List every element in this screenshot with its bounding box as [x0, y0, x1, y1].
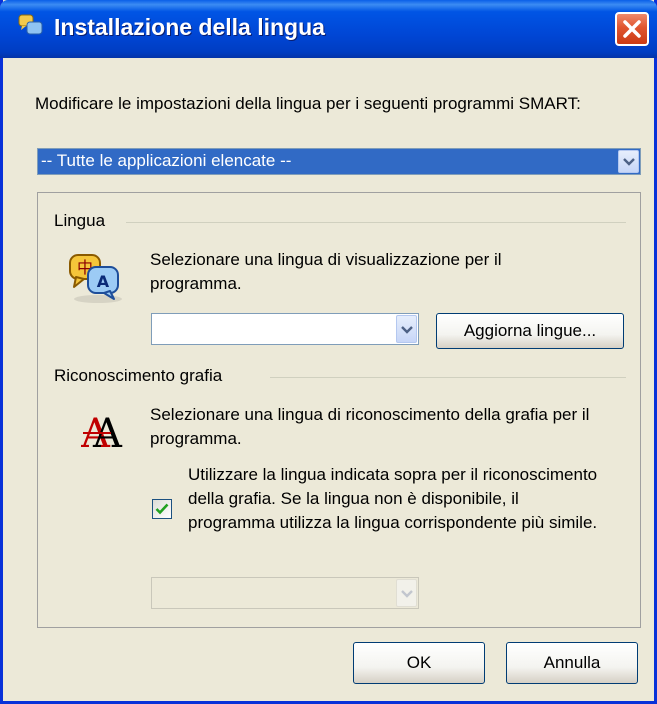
- chevron-down-icon: [401, 590, 413, 598]
- handwriting-description: Selezionare una lingua di riconoscimento…: [150, 405, 590, 448]
- language-description: Selezionare una lingua di visualizzazion…: [150, 250, 502, 293]
- application-select[interactable]: -- Tutte le applicazioni elencate --: [37, 148, 641, 175]
- window-title: Installazione della lingua: [54, 14, 325, 40]
- handwriting-group-divider: [270, 377, 626, 378]
- handwriting-checkbox-label[interactable]: Utilizzare la lingua indicata sopra per …: [188, 463, 598, 535]
- close-button[interactable]: [615, 12, 649, 46]
- cancel-button[interactable]: Annulla: [506, 642, 638, 684]
- display-language-dropdown-button[interactable]: [396, 315, 417, 343]
- handwriting-language-select[interactable]: [151, 577, 419, 609]
- intro-text: Modificare le impostazioni della lingua …: [35, 94, 581, 113]
- update-languages-label: Aggiorna lingue...: [463, 321, 597, 340]
- language-group-divider: [126, 222, 626, 223]
- language-chat-icon: 中 A: [69, 254, 122, 303]
- title-bar[interactable]: Installazione della lingua: [0, 0, 657, 58]
- handwriting-icon: A A: [81, 411, 123, 453]
- update-languages-button[interactable]: Aggiorna lingue...: [436, 313, 624, 349]
- language-group-title: Lingua: [54, 211, 112, 231]
- close-icon: [623, 20, 641, 38]
- application-select-value: -- Tutte le applicazioni elencate --: [41, 151, 292, 170]
- language-icon: [18, 14, 43, 35]
- ok-label: OK: [406, 653, 432, 672]
- svg-text:A: A: [97, 272, 110, 291]
- checkmark-icon: [155, 503, 169, 515]
- chevron-down-icon: [401, 326, 413, 334]
- settings-group: Lingua 中 A Selezionare una lingua di vis…: [37, 192, 641, 628]
- handwriting-group-title: Riconoscimento grafia: [54, 366, 229, 386]
- use-display-language-checkbox[interactable]: [152, 499, 172, 519]
- handwriting-language-dropdown-button[interactable]: [396, 579, 417, 607]
- display-language-select[interactable]: [151, 313, 419, 345]
- cancel-label: Annulla: [543, 653, 601, 672]
- language-setup-dialog: Installazione della lingua Modificare le…: [0, 0, 657, 704]
- application-select-dropdown-button[interactable]: [618, 150, 639, 173]
- chevron-down-icon: [623, 158, 635, 166]
- ok-button[interactable]: OK: [353, 642, 485, 684]
